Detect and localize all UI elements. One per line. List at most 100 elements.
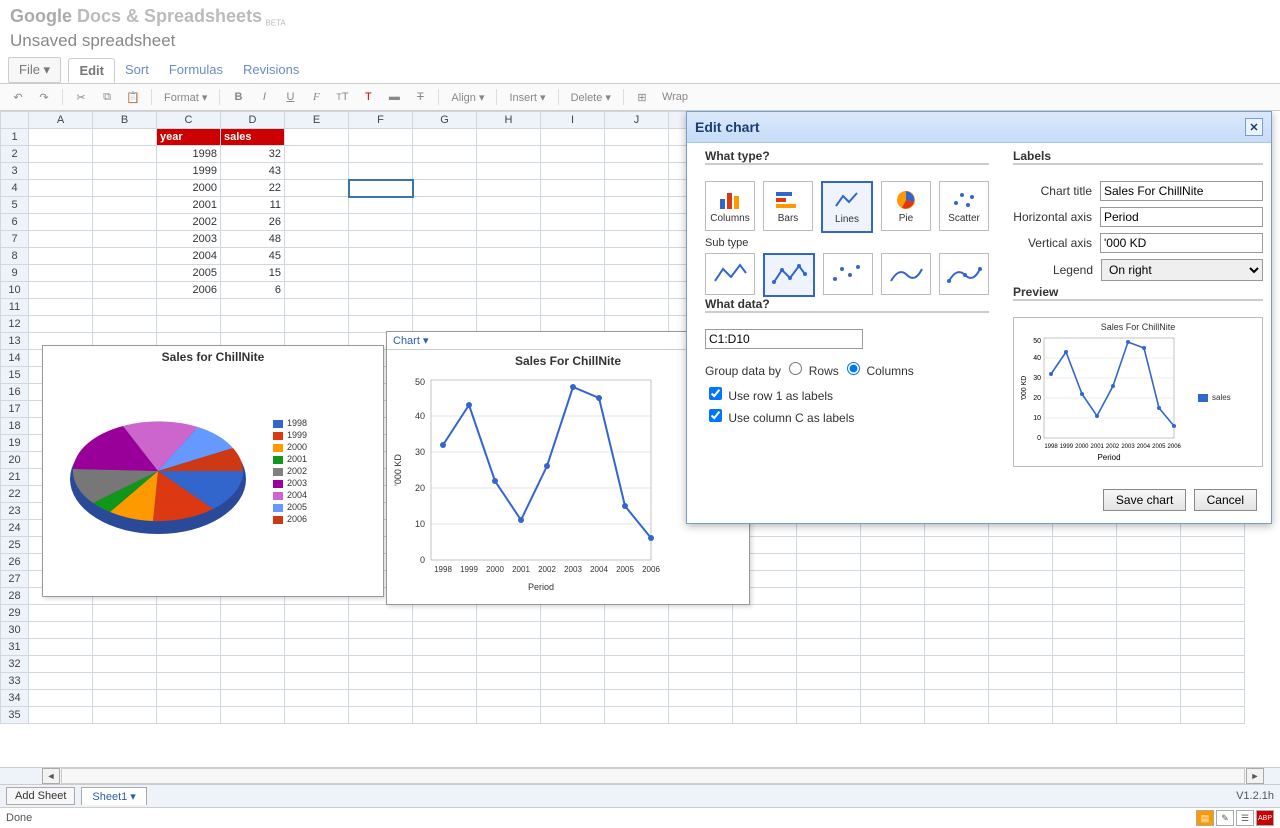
cell[interactable] xyxy=(797,571,861,588)
cell[interactable] xyxy=(861,690,925,707)
cell[interactable] xyxy=(93,231,157,248)
row-header[interactable]: 17 xyxy=(1,401,29,418)
col-header[interactable]: B xyxy=(93,112,157,129)
cell[interactable] xyxy=(1181,537,1245,554)
cell[interactable] xyxy=(29,282,93,299)
cell[interactable]: 1999 xyxy=(157,163,221,180)
data-range-input[interactable] xyxy=(705,329,863,349)
cell[interactable]: 2001 xyxy=(157,197,221,214)
cell[interactable] xyxy=(93,214,157,231)
insert-menu[interactable]: Insert ▾ xyxy=(505,88,549,106)
row-header[interactable]: 10 xyxy=(1,282,29,299)
format-menu[interactable]: Format ▾ xyxy=(160,88,211,106)
row-header[interactable]: 16 xyxy=(1,384,29,401)
cell[interactable] xyxy=(157,605,221,622)
cell[interactable]: 26 xyxy=(221,214,285,231)
cell[interactable] xyxy=(605,605,669,622)
cell[interactable] xyxy=(797,690,861,707)
col-header[interactable]: C xyxy=(157,112,221,129)
cell[interactable] xyxy=(797,673,861,690)
cell[interactable]: 32 xyxy=(221,146,285,163)
row-header[interactable]: 15 xyxy=(1,367,29,384)
cell[interactable] xyxy=(989,554,1053,571)
cell[interactable] xyxy=(413,690,477,707)
cell[interactable] xyxy=(93,673,157,690)
cell[interactable] xyxy=(733,622,797,639)
cell[interactable]: sales xyxy=(221,129,285,146)
cell[interactable] xyxy=(221,656,285,673)
col-header[interactable]: D xyxy=(221,112,285,129)
cell[interactable] xyxy=(285,707,349,724)
cell[interactable] xyxy=(477,316,541,333)
cell[interactable] xyxy=(925,537,989,554)
row-header[interactable]: 9 xyxy=(1,265,29,282)
row-header[interactable]: 22 xyxy=(1,486,29,503)
cell[interactable] xyxy=(605,231,669,248)
row-header[interactable]: 14 xyxy=(1,350,29,367)
document-title[interactable]: Unsaved spreadsheet xyxy=(0,29,1280,57)
col-header[interactable]: I xyxy=(541,112,605,129)
col-header[interactable]: E xyxy=(285,112,349,129)
cell[interactable] xyxy=(413,299,477,316)
cell[interactable] xyxy=(733,673,797,690)
text-color-icon[interactable]: T xyxy=(358,88,378,106)
cell[interactable] xyxy=(29,622,93,639)
row-header[interactable]: 8 xyxy=(1,248,29,265)
cell[interactable] xyxy=(477,673,541,690)
cell[interactable] xyxy=(1053,639,1117,656)
cell[interactable] xyxy=(29,129,93,146)
cell[interactable] xyxy=(221,639,285,656)
row-header[interactable]: 33 xyxy=(1,673,29,690)
cell[interactable] xyxy=(285,180,349,197)
cell[interactable] xyxy=(733,605,797,622)
cell[interactable] xyxy=(29,656,93,673)
cell[interactable] xyxy=(605,146,669,163)
cell[interactable] xyxy=(989,690,1053,707)
cell[interactable] xyxy=(349,690,413,707)
row-header[interactable]: 13 xyxy=(1,333,29,350)
cell[interactable]: 11 xyxy=(221,197,285,214)
cell[interactable] xyxy=(1117,673,1181,690)
cell[interactable] xyxy=(989,707,1053,724)
scroll-left-icon[interactable]: ◄ xyxy=(42,768,60,784)
cell[interactable] xyxy=(221,673,285,690)
cell[interactable] xyxy=(477,197,541,214)
cell[interactable] xyxy=(733,690,797,707)
type-columns[interactable]: Columns xyxy=(705,181,755,231)
cell[interactable] xyxy=(925,571,989,588)
cell[interactable] xyxy=(605,129,669,146)
cell[interactable]: 1998 xyxy=(157,146,221,163)
cell[interactable] xyxy=(29,673,93,690)
cell[interactable] xyxy=(93,265,157,282)
cell[interactable] xyxy=(1181,673,1245,690)
cell[interactable] xyxy=(29,248,93,265)
copy-icon[interactable]: ⧉ xyxy=(97,88,117,106)
row-header[interactable]: 24 xyxy=(1,520,29,537)
subtype-5[interactable] xyxy=(939,253,989,295)
cell[interactable] xyxy=(157,299,221,316)
cell[interactable] xyxy=(221,605,285,622)
cell[interactable]: 2005 xyxy=(157,265,221,282)
cell[interactable] xyxy=(285,605,349,622)
cell[interactable] xyxy=(925,588,989,605)
row-header[interactable]: 21 xyxy=(1,469,29,486)
cell[interactable] xyxy=(413,639,477,656)
cell[interactable] xyxy=(477,299,541,316)
cell[interactable] xyxy=(477,146,541,163)
cell[interactable] xyxy=(285,146,349,163)
sheet-tab[interactable]: Sheet1 ▾ xyxy=(81,787,146,805)
use-colc-checkbox[interactable]: Use column C as labels xyxy=(705,406,989,425)
cell[interactable] xyxy=(285,282,349,299)
cell[interactable] xyxy=(541,146,605,163)
cell[interactable] xyxy=(605,707,669,724)
cell[interactable] xyxy=(349,639,413,656)
clear-format-icon[interactable]: T xyxy=(410,88,430,106)
cell[interactable] xyxy=(989,537,1053,554)
subtype-1[interactable] xyxy=(705,253,755,295)
cell[interactable] xyxy=(797,707,861,724)
cell[interactable] xyxy=(1117,639,1181,656)
type-pie[interactable]: Pie xyxy=(881,181,931,231)
cell[interactable] xyxy=(221,316,285,333)
cut-icon[interactable]: ✂ xyxy=(71,88,91,106)
cell[interactable]: 48 xyxy=(221,231,285,248)
